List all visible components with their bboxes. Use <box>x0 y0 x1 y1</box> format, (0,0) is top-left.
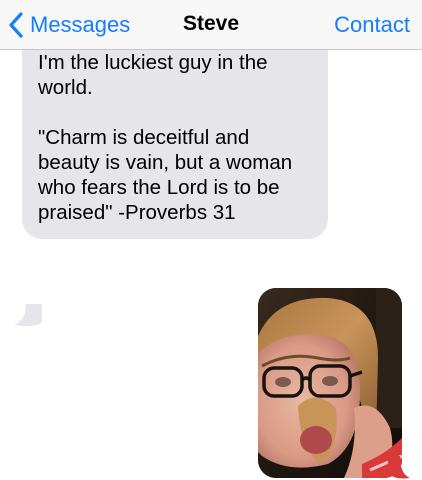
back-label: Messages <box>30 12 131 37</box>
outgoing-bubble-tail <box>388 456 410 479</box>
navigation-bar: Messages Steve Contact <box>0 0 422 50</box>
back-button[interactable]: Messages <box>8 10 130 40</box>
incoming-bubble-tail <box>14 304 42 326</box>
message-paragraph: I'm the luckiest guy in the world. <box>38 51 268 99</box>
message-thread[interactable]: I'm the luckiest guy in the world. "Char… <box>0 50 422 480</box>
outgoing-photo-message[interactable] <box>258 288 402 478</box>
contact-button[interactable]: Contact <box>334 12 410 38</box>
incoming-message-bubble[interactable]: I'm the luckiest guy in the world. "Char… <box>22 50 328 239</box>
message-paragraph: "Charm is deceitful and beauty is vain, … <box>38 126 293 224</box>
selfie-photo <box>258 288 402 478</box>
chevron-left-icon <box>9 12 23 38</box>
